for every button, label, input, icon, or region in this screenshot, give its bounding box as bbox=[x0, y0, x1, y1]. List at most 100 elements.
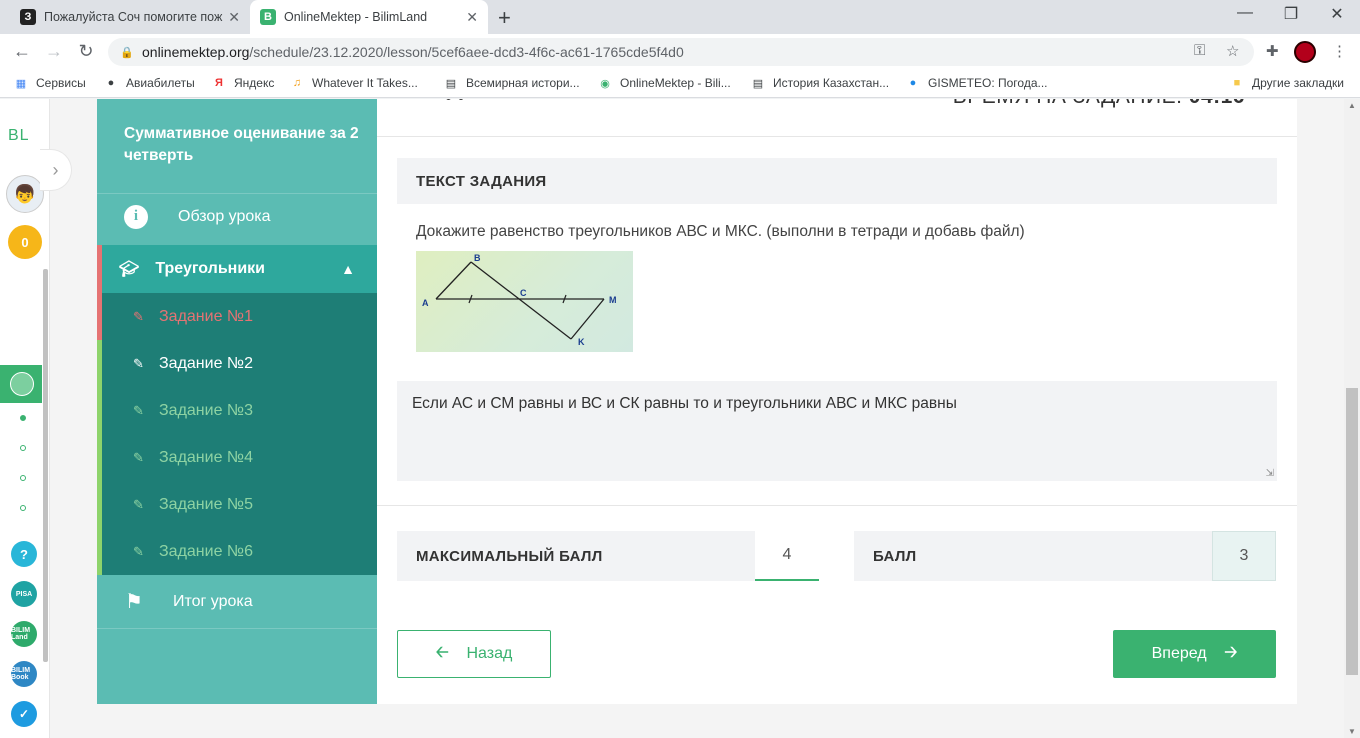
resize-grip-icon[interactable]: ⇲ bbox=[1266, 468, 1274, 479]
divider bbox=[377, 505, 1297, 506]
section-triangles[interactable]: 🎓︎ Треугольники ▲ bbox=[97, 245, 377, 293]
task-item-3[interactable]: ✎ Задание №3 bbox=[97, 387, 377, 434]
page-scrollbar[interactable]: ▲ ▼ bbox=[1344, 99, 1360, 738]
bookmark-label: История Казахстан... bbox=[773, 76, 890, 90]
edit-icon: ✎ bbox=[133, 402, 144, 418]
lesson-sidebar: Суммативное оценивание за 2 четверть i О… bbox=[97, 99, 377, 704]
url-path: /schedule/23.12.2020/lesson/5cef6aee-dcd… bbox=[249, 44, 684, 60]
tab-2[interactable]: B OnlineMektep - BilimLand ✕ bbox=[250, 0, 488, 34]
bookmark-history-world[interactable]: ▤ Всемирная истори... bbox=[444, 76, 580, 90]
back-button[interactable]: 🡠︎ Назад bbox=[397, 630, 551, 678]
task-text: Докажите равенство треугольников АВС и М… bbox=[416, 223, 1025, 240]
task-item-2[interactable]: ✎ Задание №2 bbox=[97, 340, 377, 387]
tab-1[interactable]: З Пожалуйста Соч помогите пож ✕ bbox=[12, 0, 250, 34]
bilimland-app-icon[interactable]: BILIM Land bbox=[11, 621, 37, 647]
minimize-button[interactable]: — bbox=[1222, 4, 1268, 22]
forward-arrow-icon[interactable]: → bbox=[42, 41, 66, 62]
page-scroll-thumb[interactable] bbox=[1346, 388, 1358, 675]
rail-item-onlinemektep[interactable] bbox=[0, 365, 42, 403]
checklist-icon[interactable]: ✓ bbox=[11, 701, 37, 727]
rail-scrollbar[interactable] bbox=[43, 99, 48, 738]
chevron-right-icon[interactable]: › bbox=[40, 149, 72, 191]
task-list: ✎ Задание №1 ✎ Задание №2 ✎ Задание №3 ✎… bbox=[97, 293, 377, 575]
rail-dot[interactable] bbox=[20, 415, 26, 421]
task-number: • • bbox=[445, 99, 465, 110]
task-status-bar bbox=[97, 340, 102, 387]
scroll-down-icon[interactable]: ▼ bbox=[1348, 727, 1356, 736]
bookmark-services[interactable]: ▦ Сервисы bbox=[14, 76, 86, 90]
info-icon: i bbox=[124, 204, 148, 229]
edit-icon: ✎ bbox=[133, 308, 144, 324]
task-header: ТЕКСТ ЗАДАНИЯ bbox=[397, 158, 1277, 204]
bookmark-music[interactable]: ♫ Whatever It Takes... bbox=[290, 76, 418, 90]
globe-icon: ● bbox=[107, 77, 115, 89]
rail-dot[interactable] bbox=[20, 475, 26, 481]
bookmark-gismeteo[interactable]: ● GISMETEO: Погода... bbox=[906, 76, 1048, 90]
bilimland-logo[interactable]: BL bbox=[8, 127, 30, 145]
avatar[interactable]: 👦 bbox=[6, 175, 44, 213]
bilimbook-icon[interactable]: BILIM Book bbox=[11, 661, 37, 687]
close-icon[interactable]: ✕ bbox=[228, 9, 240, 26]
next-label: Вперед bbox=[1151, 645, 1207, 662]
answer-textarea[interactable]: Если АС и СМ равны и ВС и СК равны то и … bbox=[397, 381, 1277, 481]
profile-avatar[interactable] bbox=[1294, 41, 1316, 63]
task-item-6[interactable]: ✎ Задание №6 bbox=[97, 528, 377, 575]
scroll-up-icon[interactable]: ▲ bbox=[1348, 101, 1356, 110]
tab-bar: З Пожалуйста Соч помогите пож ✕ B Online… bbox=[0, 0, 1360, 34]
music-icon: ♫ bbox=[292, 77, 302, 89]
url-host: onlinemektep.org bbox=[142, 44, 250, 60]
browser-toolbar: ← → ↻ 🔒 onlinemektep.org/schedule/23.12.… bbox=[0, 34, 1360, 70]
bookmark-label: Сервисы bbox=[36, 76, 86, 90]
folder-icon: ■ bbox=[1233, 77, 1241, 89]
address-bar[interactable]: 🔒 onlinemektep.org/schedule/23.12.2020/l… bbox=[108, 38, 1254, 66]
vertex-label-b: B bbox=[474, 253, 481, 263]
max-score-label: МАКСИМАЛЬНЫЙ БАЛЛ bbox=[397, 531, 755, 581]
bookmark-yandex[interactable]: Я Яндекс bbox=[212, 76, 274, 90]
task-timer: ВРЕМЯ НА ЗАДАНИЕ: 04:16 bbox=[953, 99, 1245, 109]
task-item-1[interactable]: ✎ Задание №1 bbox=[97, 293, 377, 340]
menu-icon[interactable]: ⋮ bbox=[1332, 42, 1347, 60]
task-label: Задание №3 bbox=[159, 401, 253, 419]
help-icon[interactable]: ? bbox=[11, 541, 37, 567]
pisa-icon[interactable]: PISA bbox=[11, 581, 37, 607]
edit-icon: ✎ bbox=[133, 543, 144, 559]
edit-icon: ✎ bbox=[133, 496, 144, 512]
task-status-bar bbox=[97, 481, 102, 528]
task-status-bar bbox=[97, 387, 102, 434]
back-label: Назад bbox=[466, 645, 513, 662]
chevron-up-icon[interactable]: ▲ bbox=[341, 261, 355, 277]
apps-grid-icon: ▦ bbox=[15, 77, 27, 90]
task-panel: • • ВРЕМЯ НА ЗАДАНИЕ: 04:16 ТЕКСТ ЗАДАНИ… bbox=[377, 99, 1297, 704]
bookmark-label: Авиабилеты bbox=[126, 76, 195, 90]
task-item-4[interactable]: ✎ Задание №4 bbox=[97, 434, 377, 481]
bookmark-label: Всемирная истори... bbox=[466, 76, 580, 90]
maximize-button[interactable]: ❐ bbox=[1268, 4, 1314, 24]
lesson-final[interactable]: ⚑ Итог урока bbox=[97, 575, 377, 629]
extensions-icon[interactable]: ✚ bbox=[1266, 42, 1279, 60]
vertex-label-k: K bbox=[578, 337, 585, 347]
book-icon: ▤ bbox=[445, 77, 457, 90]
bookmark-history-kz[interactable]: ▤ История Казахстан... bbox=[751, 76, 889, 90]
bookmark-onlinemektep[interactable]: ◉ OnlineMektep - Bili... bbox=[598, 76, 731, 90]
bilimland-icon: ◉ bbox=[600, 77, 610, 90]
back-arrow-icon[interactable]: ← bbox=[10, 41, 34, 62]
reload-icon[interactable]: ↻ bbox=[74, 41, 98, 62]
next-button[interactable]: Вперед 🡢︎ bbox=[1113, 630, 1276, 678]
coins-badge[interactable]: 0 bbox=[8, 225, 42, 259]
new-tab-button[interactable]: + bbox=[498, 5, 511, 31]
rail-scroll-thumb[interactable] bbox=[43, 269, 48, 662]
task-item-5[interactable]: ✎ Задание №5 bbox=[97, 481, 377, 528]
lesson-overview[interactable]: i Обзор урока bbox=[97, 193, 377, 239]
star-icon[interactable]: ☆ bbox=[1226, 42, 1239, 60]
rail-dot[interactable] bbox=[20, 505, 26, 511]
close-icon[interactable]: ✕ bbox=[466, 9, 478, 26]
triangles-figure: A B C M K bbox=[416, 251, 633, 352]
bookmark-other[interactable]: ■ Другие закладки bbox=[1230, 76, 1344, 90]
rail-dot[interactable] bbox=[20, 445, 26, 451]
score-input[interactable]: 3 bbox=[1212, 531, 1276, 581]
lock-icon: 🔒 bbox=[120, 47, 134, 59]
tab-title: OnlineMektep - BilimLand bbox=[284, 10, 428, 24]
key-icon[interactable]: ⚿ bbox=[1194, 42, 1205, 59]
window-close-button[interactable]: ✕ bbox=[1314, 4, 1360, 24]
bookmark-avia[interactable]: ● Авиабилеты bbox=[104, 76, 195, 90]
